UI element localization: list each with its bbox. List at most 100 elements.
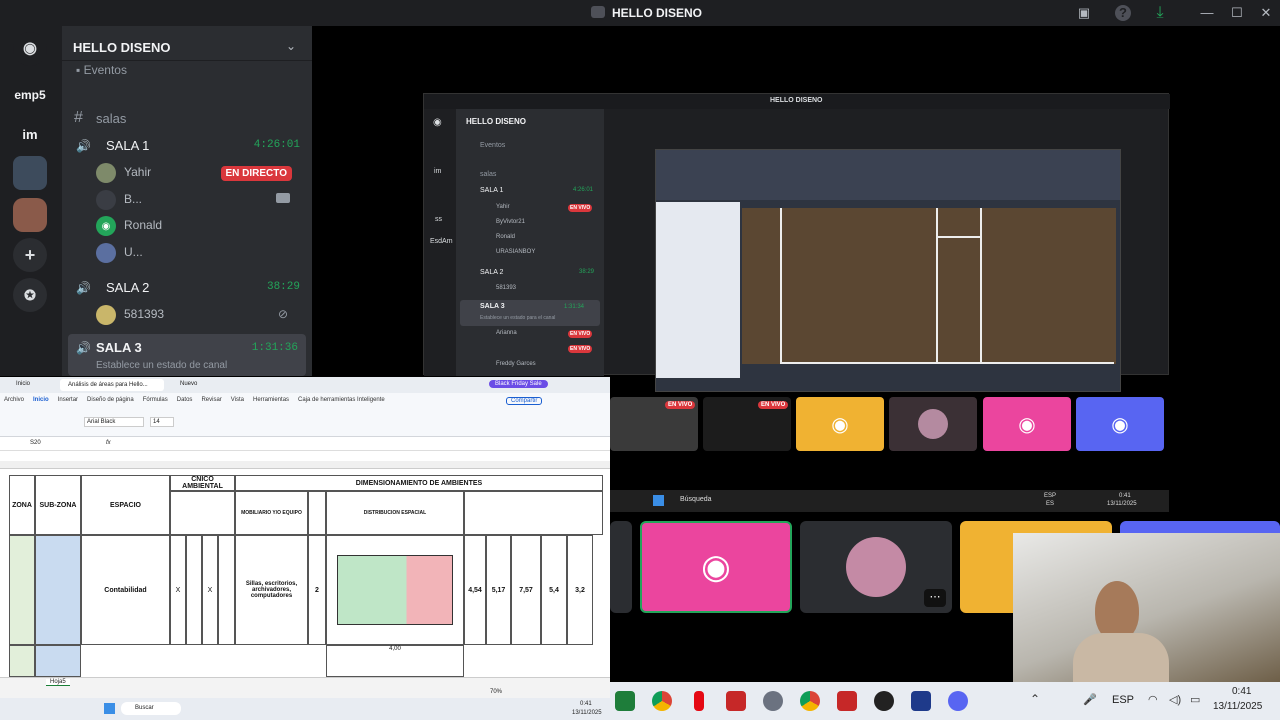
more-options-icon[interactable]: ⋯ <box>924 589 946 607</box>
server-avatar[interactable] <box>13 198 47 232</box>
inbox-icon[interactable]: ▣ <box>1076 5 1092 21</box>
espacio-cell[interactable]: Contabilidad <box>81 535 170 645</box>
menu-item[interactable]: Diseño de página <box>87 397 134 403</box>
voice-channel-sala-2[interactable]: 🔊 SALA 2 38:29 <box>72 278 308 298</box>
tab-new[interactable]: Nuevo <box>180 381 197 387</box>
minimize-icon[interactable]: — <box>1199 5 1215 21</box>
xbox-icon[interactable] <box>615 691 635 711</box>
avatar-tile[interactable] <box>889 397 977 451</box>
revit-icon[interactable] <box>911 691 931 711</box>
clock[interactable]: 0:41 <box>1232 686 1251 697</box>
menu-item[interactable]: Herramientas <box>253 397 289 403</box>
windows-icon[interactable] <box>104 703 115 714</box>
wps-icon[interactable] <box>726 691 746 711</box>
app-icon[interactable] <box>874 691 894 711</box>
chrome-icon[interactable] <box>800 691 820 711</box>
voice-user[interactable]: B... <box>86 189 298 211</box>
tab-inicio[interactable]: Inicio <box>16 381 30 387</box>
netflix-icon[interactable] <box>694 691 704 711</box>
server-im[interactable]: im <box>13 118 47 152</box>
server-active[interactable] <box>13 156 47 190</box>
value-cell[interactable]: 7,57 <box>511 535 541 645</box>
search-input[interactable]: Buscar <box>121 702 181 715</box>
server-name[interactable]: HELLO DISENO <box>73 40 171 55</box>
subzona-cell[interactable] <box>35 535 81 645</box>
channel-status[interactable]: Establece un estado de canal <box>96 360 227 371</box>
tab-analysis[interactable]: Análisis de áreas para Hello... <box>60 379 164 391</box>
voice-channel-sala-3[interactable]: 🔊 SALA 3 1:31:36 Establece un estado de … <box>68 334 306 376</box>
share-button[interactable]: Compartir <box>506 397 543 405</box>
settings-icon[interactable] <box>763 691 783 711</box>
voice-user[interactable]: ◉ Ronald <box>86 215 298 237</box>
font-size-select[interactable]: 14 <box>150 417 174 427</box>
screenshare-stream[interactable]: HELLO DISENO ◉ im ss EsdAm HELLO DISENO … <box>423 93 1170 392</box>
discord-tile-icon[interactable]: ◉ <box>640 521 792 613</box>
discover-icon[interactable]: ✪ <box>13 278 47 312</box>
name-box[interactable]: S20 <box>30 440 41 446</box>
voice-user[interactable]: 581393 ⊘ <box>86 304 298 326</box>
menu-item[interactable]: Fórmulas <box>143 397 168 403</box>
volume-icon[interactable]: ◁) <box>1169 693 1181 706</box>
value-cell[interactable]: 4,54 <box>464 535 486 645</box>
zona-cell[interactable] <box>9 645 35 677</box>
download-icon[interactable]: ⤓ <box>1152 5 1168 21</box>
empty-cell[interactable] <box>218 535 235 645</box>
sheet-tab[interactable]: Hoja5 <box>46 679 70 686</box>
plan-cell[interactable] <box>326 535 464 645</box>
menu-item[interactable]: Inicio <box>33 397 49 403</box>
maximize-icon[interactable]: ☐ <box>1229 5 1245 21</box>
date[interactable]: 13/11/2025 <box>1213 701 1262 712</box>
menu-item[interactable]: Caja de herramientas Inteligente <box>298 397 385 403</box>
discord-tile-icon[interactable]: ◉ <box>983 397 1071 451</box>
discord-home-icon[interactable]: ◉ <box>13 32 47 66</box>
help-icon[interactable]: ? <box>1115 5 1131 21</box>
formula-bar: S20 fx <box>0 437 610 451</box>
menu-item[interactable]: Insertar <box>58 397 78 403</box>
stream-thumbnail[interactable]: EN VIVO <box>610 397 698 451</box>
subzona-cell[interactable] <box>35 645 81 677</box>
discord-tile-icon[interactable]: ◉ <box>1076 397 1164 451</box>
events-item[interactable]: ▪ Eventos <box>76 63 127 77</box>
inner-live-badge: EN VIVO <box>568 345 593 353</box>
voice-channel-sala-1[interactable]: 🔊 SALA 1 4:26:01 <box>72 136 308 156</box>
microphone-icon[interactable]: 🎤 <box>1083 693 1097 706</box>
empty-cell[interactable] <box>186 535 202 645</box>
menu-item[interactable]: Vista <box>231 397 244 403</box>
category-salas[interactable]: salas <box>96 111 126 126</box>
menu-item[interactable]: Archivo <box>4 397 24 403</box>
zona-cell[interactable] <box>9 535 35 645</box>
voice-user[interactable]: Yahir EN DIRECTO <box>86 162 298 184</box>
value-cell[interactable]: 5,4 <box>541 535 567 645</box>
check-cell[interactable]: X <box>202 535 218 645</box>
close-icon[interactable]: ✕ <box>1258 5 1274 21</box>
floor-plan <box>742 208 1116 364</box>
battery-icon[interactable]: ▭ <box>1190 693 1200 706</box>
voice-user[interactable]: U... <box>86 242 298 264</box>
stream-thumbnail[interactable]: EN VIVO <box>703 397 791 451</box>
menu-item[interactable]: Datos <box>177 397 193 403</box>
add-server-icon[interactable]: + <box>13 238 47 272</box>
value-cell[interactable]: 3,2 <box>567 535 593 645</box>
speaker-icon: 🔊 <box>76 139 91 153</box>
server-emp5[interactable]: emp5 <box>13 78 47 112</box>
user-name: Yahir <box>124 165 152 179</box>
value-cell[interactable]: 5,17 <box>486 535 511 645</box>
menu-item[interactable]: Revisar <box>201 397 221 403</box>
zoom-level[interactable]: 70% <box>490 689 502 695</box>
chevron-up-icon[interactable]: ⌃ <box>1030 692 1040 706</box>
tile-partial[interactable] <box>610 521 632 613</box>
avatar-tile[interactable]: ⋯ <box>800 521 952 613</box>
black-friday-button[interactable]: Black Friday Sale <box>489 380 548 388</box>
discord-icon[interactable] <box>948 691 968 711</box>
chevron-down-icon[interactable]: ⌄ <box>286 39 296 53</box>
channel-name: SALA 1 <box>106 138 150 153</box>
font-select[interactable]: Arial Black <box>84 417 144 427</box>
check-cell[interactable]: X <box>170 535 186 645</box>
discord-tile-icon[interactable]: ◉ <box>796 397 884 451</box>
wps-icon[interactable] <box>837 691 857 711</box>
mobiliario-cell[interactable]: Sillas, escritorios, archivadores, compu… <box>235 535 308 645</box>
chrome-icon[interactable] <box>652 691 672 711</box>
wifi-icon[interactable]: ◠ <box>1148 693 1158 706</box>
language-indicator[interactable]: ESP <box>1112 694 1134 706</box>
cantidad-cell[interactable]: 2 <box>308 535 326 645</box>
